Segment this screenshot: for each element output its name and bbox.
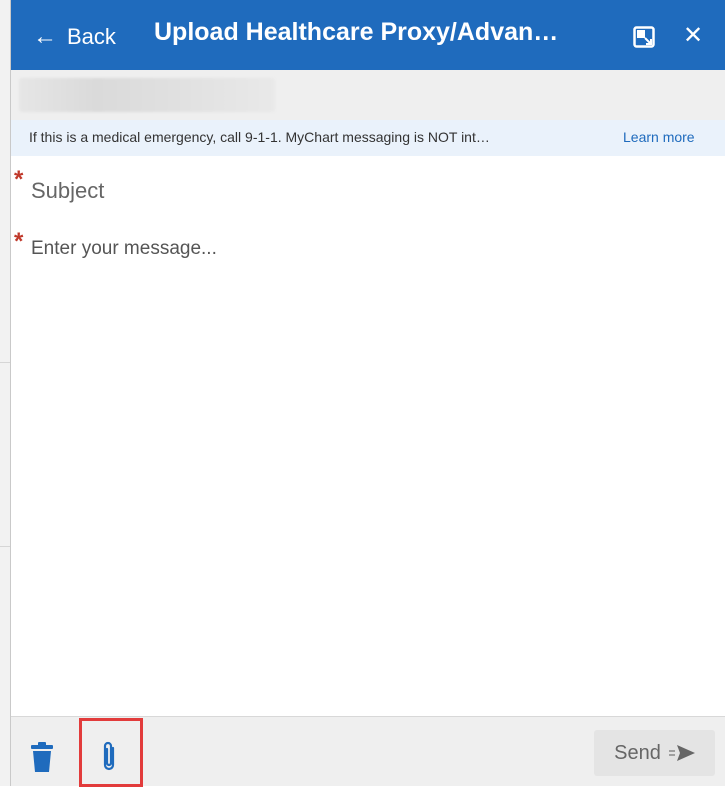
close-icon[interactable]: ✕ — [683, 24, 703, 48]
learn-more-link[interactable]: Learn more — [623, 129, 695, 145]
back-label: Back — [67, 24, 116, 49]
required-marker: * — [14, 166, 24, 193]
send-button[interactable]: Send — [594, 730, 715, 776]
required-marker: * — [14, 228, 24, 255]
popout-icon[interactable] — [633, 26, 655, 48]
send-label: Send — [614, 741, 661, 764]
paperclip-icon[interactable] — [99, 740, 119, 774]
notice-text: If this is a medical emergency, call 9-1… — [29, 129, 490, 145]
send-arrow-icon — [668, 745, 695, 761]
subject-input[interactable] — [31, 174, 711, 208]
left-arrow-icon: ← — [33, 23, 57, 50]
background-window-edge — [0, 0, 10, 786]
edge-divider — [0, 546, 10, 547]
compose-footer: Send — [11, 716, 725, 787]
message-row: * — [11, 228, 725, 708]
redacted-recipient — [19, 78, 275, 112]
subject-row: * — [11, 166, 725, 216]
recipient-bar — [11, 70, 725, 120]
trash-icon[interactable] — [31, 742, 53, 772]
back-button[interactable]: ← Back — [33, 20, 116, 54]
message-compose-panel: ← Back Upload Healthcare Proxy/Advan… ✕ … — [10, 0, 725, 787]
message-input[interactable] — [31, 238, 716, 698]
page-title: Upload Healthcare Proxy/Advan… — [154, 18, 559, 46]
emergency-notice: If this is a medical emergency, call 9-1… — [11, 120, 725, 156]
compose-header: ← Back Upload Healthcare Proxy/Advan… ✕ — [11, 0, 725, 70]
edge-divider — [0, 362, 10, 363]
